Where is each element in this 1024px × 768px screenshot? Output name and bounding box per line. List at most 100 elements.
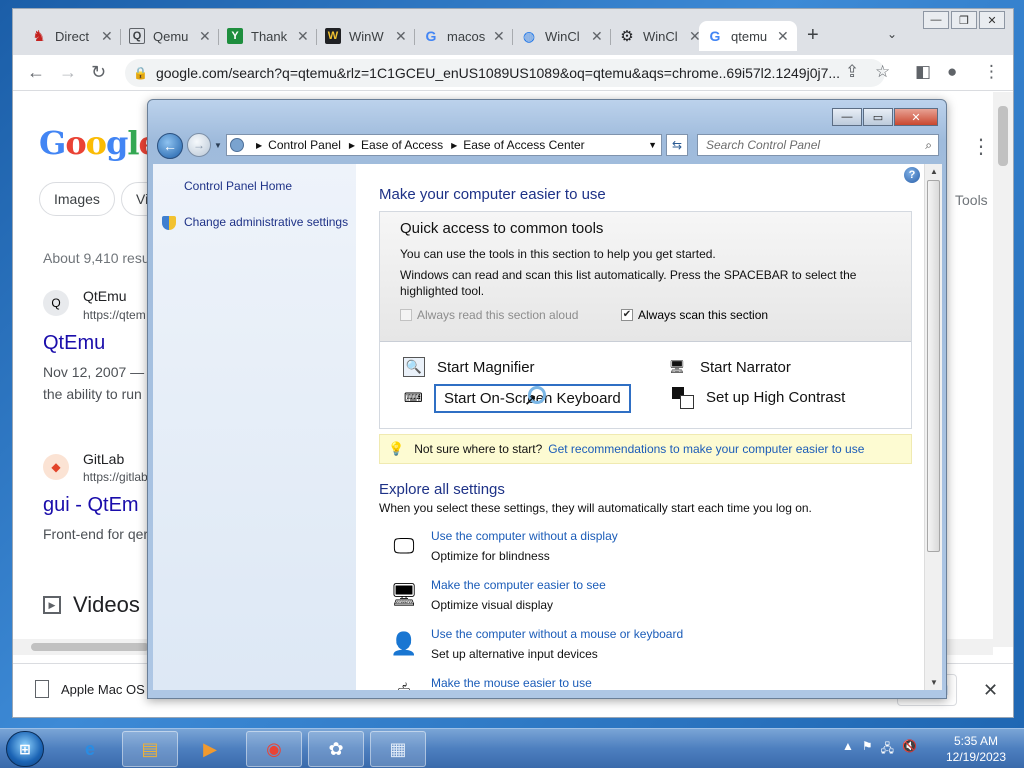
internet-explorer-icon[interactable]: e — [62, 731, 118, 767]
bookmark-star-icon[interactable]: ☆ — [875, 62, 890, 82]
cp-address-bar[interactable]: ▶ Control Panel ▶ Ease of Access ▶ Ease … — [226, 134, 662, 156]
tab-title: macos — [447, 28, 486, 44]
help-icon[interactable]: ? — [904, 167, 920, 183]
explorer-icon[interactable]: ▤ — [122, 731, 178, 767]
tab-title: WinW — [349, 28, 384, 44]
breadcrumb-ease-of-access[interactable]: Ease of Access — [361, 138, 443, 152]
browser-tab-1[interactable]: ♞ Direct ✕ — [23, 21, 121, 51]
tools-button[interactable]: Tools — [955, 192, 988, 208]
browser-tab-6[interactable]: ◍ WinCl ✕ — [513, 21, 611, 51]
qemu-app-icon[interactable]: ✿ — [308, 731, 364, 767]
close-download-bar-icon[interactable]: ✕ — [983, 680, 998, 701]
action-center-flag-icon[interactable]: ⚑ — [862, 739, 873, 760]
change-admin-settings-link[interactable]: Change administrative settings — [184, 215, 348, 229]
close-tab-icon[interactable]: ✕ — [199, 28, 211, 45]
read-aloud-checkbox[interactable]: Always read this section aloud — [400, 308, 578, 322]
file-icon — [35, 680, 49, 698]
address-bar[interactable]: 🔒 google.com/search?q=qtemu&rlz=1C1GCEU_… — [125, 59, 885, 87]
address-dropdown-icon[interactable]: ▼ — [648, 140, 657, 150]
cp-forward-button[interactable]: → — [187, 133, 211, 157]
scan-section-checkbox[interactable]: ✔ Always scan this section — [621, 308, 768, 322]
without-mouse-keyboard-link[interactable]: Use the computer without a mouse or keyb… — [431, 627, 683, 641]
cp-search-placeholder: Search Control Panel — [706, 138, 821, 152]
breadcrumb-control-panel[interactable]: Control Panel — [268, 138, 341, 152]
browser-tab-7[interactable]: ⚙ WinCl ✕ — [611, 21, 709, 51]
google-apps-icon[interactable]: ⋮⋮⋮ — [971, 134, 993, 159]
cp-refresh-button[interactable]: ⇆ — [666, 134, 688, 156]
tab-search-button[interactable]: ⌄ — [887, 27, 897, 41]
reload-icon[interactable]: ↻ — [91, 62, 106, 83]
mouse-easier-link[interactable]: Make the mouse easier to use — [431, 676, 592, 690]
close-window-button[interactable]: ✕ — [979, 11, 1005, 29]
scroll-down-arrow-icon[interactable]: ▼ — [930, 678, 938, 687]
system-clock[interactable]: 5:35 AM 12/19/2023 — [936, 733, 1016, 765]
result-count: About 9,410 resu — [43, 250, 150, 266]
setup-high-contrast-button[interactable]: Set up High Contrast — [672, 387, 845, 409]
search-icon[interactable]: ⌕ — [925, 138, 932, 153]
control-panel-home-link[interactable]: Control Panel Home — [184, 179, 292, 193]
show-hidden-icons-icon[interactable]: ▲ — [842, 739, 854, 760]
result-title-link[interactable]: gui - QtEm — [43, 494, 139, 517]
easier-to-see-link[interactable]: Make the computer easier to see — [431, 578, 606, 592]
close-tab-icon[interactable]: ✕ — [493, 28, 505, 45]
download-item[interactable]: Apple Mac OS — [35, 680, 145, 698]
cp-search-input[interactable]: Search Control Panel ⌕ — [697, 134, 939, 156]
scroll-up-arrow-icon[interactable]: ▲ — [930, 167, 938, 176]
close-tab-icon[interactable]: ✕ — [101, 28, 113, 45]
narrator-label: Start Narrator — [700, 358, 791, 376]
recent-pages-chevron-icon[interactable]: ▼ — [214, 141, 222, 150]
cp-vertical-scrollbar[interactable]: ▲ ▼ — [924, 164, 942, 690]
control-panel-icon[interactable]: ▦ — [370, 731, 426, 767]
close-tab-icon[interactable]: ✕ — [591, 28, 603, 45]
profile-avatar-icon[interactable]: ● — [947, 62, 957, 82]
tip-text: Not sure where to start? — [414, 442, 543, 456]
volume-muted-icon[interactable]: 🔇 — [902, 739, 917, 760]
restore-button[interactable]: ❐ — [951, 11, 977, 29]
breadcrumb-ease-of-access-center[interactable]: Ease of Access Center — [463, 138, 584, 152]
result-site-name: QtEmu — [83, 288, 127, 304]
result-site-name: GitLab — [83, 451, 125, 467]
browser-toolbar: ← → ↻ 🔒 google.com/search?q=qtemu&rlz=1C… — [13, 55, 1013, 91]
new-tab-button[interactable]: + — [807, 24, 819, 47]
chip-images[interactable]: Images — [39, 182, 115, 216]
browser-tab-8-active[interactable]: G qtemu ✕ — [699, 21, 797, 51]
cp-maximize-button[interactable]: ▭ — [863, 108, 893, 126]
cp-minimize-button[interactable]: — — [832, 108, 862, 126]
result-title-link[interactable]: QtEmu — [43, 332, 105, 355]
close-tab-icon[interactable]: ✕ — [297, 28, 309, 45]
tab-title: Thank — [251, 28, 288, 44]
close-tab-icon[interactable]: ✕ — [777, 28, 789, 45]
quick-access-title: Quick access to common tools — [400, 220, 604, 237]
page-heading: Make your computer easier to use — [379, 186, 606, 203]
gear-icon: ⚙ — [620, 28, 634, 45]
result-snippet: Nov 12, 2007 — — [43, 364, 145, 380]
chrome-icon[interactable]: ◉ — [246, 731, 302, 767]
browser-tab-3[interactable]: Y Thank ✕ — [219, 21, 317, 51]
cp-back-button[interactable]: ← — [157, 133, 183, 159]
browser-tab-2[interactable]: Q Qemu ✕ — [121, 21, 219, 51]
forward-arrow-icon[interactable]: → — [59, 62, 77, 83]
minimize-button[interactable]: — — [923, 11, 949, 29]
google-doodle-logo[interactable]: Google — [39, 124, 159, 162]
media-player-icon[interactable]: ▶ — [182, 731, 238, 767]
start-magnifier-button[interactable]: 🔍 Start Magnifier — [403, 357, 535, 377]
scan-section-label: Always scan this section — [638, 308, 769, 322]
qemu-icon: Q — [129, 28, 145, 44]
scrollbar-thumb[interactable] — [927, 180, 940, 552]
without-display-link[interactable]: Use the computer without a display — [431, 529, 618, 543]
back-arrow-icon[interactable]: ← — [27, 62, 45, 83]
network-icon[interactable]: 🖧 — [881, 739, 894, 760]
side-panel-icon[interactable]: ◧ — [915, 62, 931, 82]
browser-tab-4[interactable]: W WinW ✕ — [317, 21, 415, 51]
browser-tab-5[interactable]: G macos ✕ — [415, 21, 513, 51]
start-narrator-button[interactable]: 🖥 Start Narrator — [666, 357, 791, 377]
close-tab-icon[interactable]: ✕ — [395, 28, 407, 45]
start-button[interactable]: ⊞ — [6, 731, 44, 767]
share-icon[interactable]: ⇪ — [845, 62, 859, 82]
cp-close-button[interactable]: ✕ — [894, 108, 938, 126]
setting-desc: Optimize for blindness — [431, 549, 550, 563]
recommendations-link[interactable]: Get recommendations to make your compute… — [548, 442, 864, 456]
uac-shield-icon — [162, 216, 176, 230]
page-vertical-scrollbar[interactable] — [993, 92, 1013, 647]
kebab-menu-icon[interactable]: ⋮ — [983, 62, 1000, 82]
